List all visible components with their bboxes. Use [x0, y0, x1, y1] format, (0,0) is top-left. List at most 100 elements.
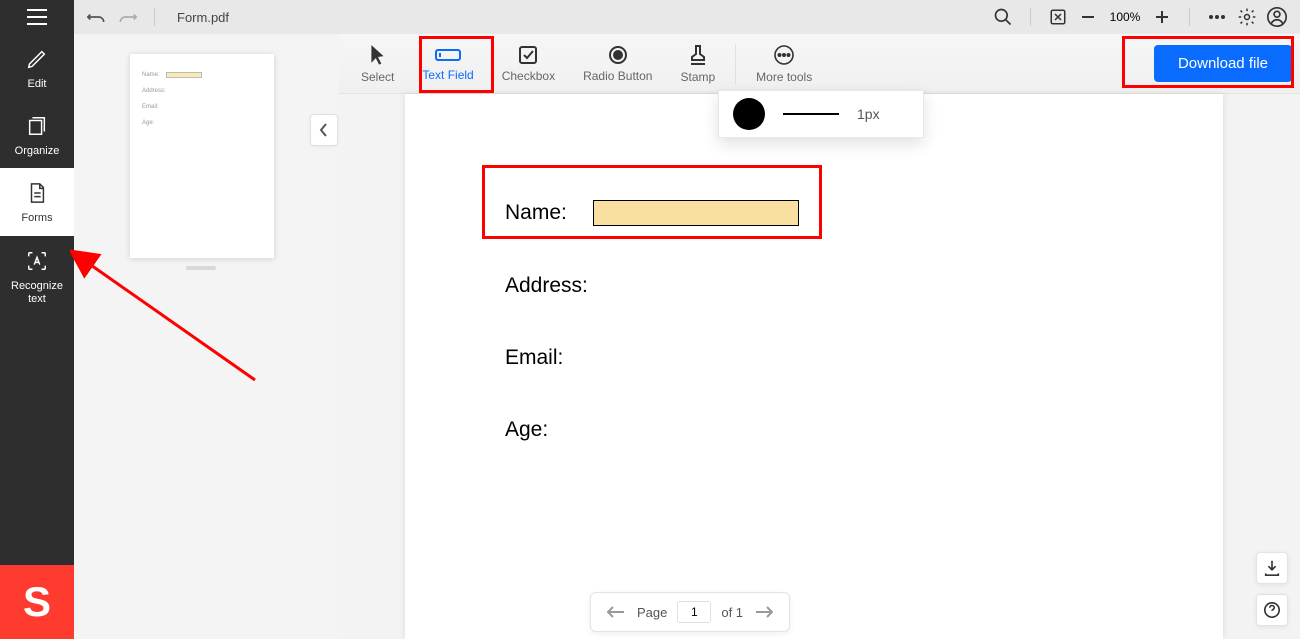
thumb-label: Name:	[142, 72, 160, 78]
top-header: Form.pdf	[74, 0, 1300, 34]
tool-label: More tools	[756, 70, 812, 84]
ocr-icon	[26, 250, 48, 272]
text-field-icon	[434, 46, 462, 64]
thumbnails-panel: Name: Address: Email: Age:	[74, 34, 339, 639]
fit-page-icon	[1049, 8, 1067, 26]
tool-label: Checkbox	[502, 69, 555, 83]
cursor-icon	[369, 44, 387, 66]
separator	[1189, 8, 1190, 26]
more-tools-icon	[773, 44, 795, 66]
tool-label: Text Field	[422, 68, 473, 82]
sidebar-item-organize[interactable]: Organize	[0, 101, 74, 168]
search-icon	[993, 7, 1013, 27]
form-row-address: Address:	[505, 274, 1123, 298]
undo-button[interactable]	[82, 2, 112, 32]
chevron-left-icon	[319, 123, 329, 137]
separator	[154, 8, 155, 26]
form-row-email: Email:	[505, 346, 1123, 370]
app-logo-text: S	[23, 578, 51, 626]
form-row-age: Age:	[505, 418, 1123, 442]
next-page-button[interactable]	[753, 606, 775, 618]
tool-stamp[interactable]: Stamp	[666, 37, 729, 91]
redo-icon	[117, 10, 137, 24]
minus-icon	[1081, 10, 1095, 24]
thumb-label: Email:	[142, 104, 159, 110]
organize-icon	[26, 115, 48, 137]
thumbnail-drag-handle[interactable]	[186, 266, 216, 270]
arrow-right-icon	[755, 606, 773, 618]
tool-label: Stamp	[680, 70, 715, 84]
page-thumbnail[interactable]: Name: Address: Email: Age:	[130, 54, 274, 258]
pencil-icon	[26, 48, 48, 70]
page-label: Page	[637, 605, 667, 620]
help-icon	[1263, 601, 1281, 619]
sidebar-item-label: Organize	[15, 145, 60, 158]
thumb-field	[166, 72, 202, 78]
checkbox-icon	[518, 45, 538, 65]
tool-label: Select	[361, 70, 394, 84]
download-label: Download file	[1178, 55, 1268, 72]
gear-icon	[1237, 7, 1257, 27]
fit-page-button[interactable]	[1043, 2, 1073, 32]
stroke-preview-line	[783, 113, 839, 115]
thumb-label: Age:	[142, 120, 154, 126]
sidebar-item-edit[interactable]: Edit	[0, 34, 74, 101]
separator	[1030, 8, 1031, 26]
left-sidebar: Edit Organize Forms Recognize text S	[0, 0, 74, 639]
tool-label: Radio Button	[583, 69, 652, 83]
download-small-button[interactable]	[1256, 552, 1288, 584]
forms-icon	[26, 182, 48, 204]
separator	[735, 44, 736, 84]
tool-more-tools[interactable]: More tools	[742, 37, 826, 91]
radio-icon	[608, 45, 628, 65]
redo-button[interactable]	[112, 2, 142, 32]
sidebar-item-label: Forms	[21, 212, 52, 225]
stroke-style-popover[interactable]: 1px	[718, 90, 924, 138]
page-number-input[interactable]	[677, 601, 711, 623]
zoom-out-button[interactable]	[1073, 2, 1103, 32]
hamburger-icon	[27, 9, 47, 25]
forms-toolstrip: Select Text Field Checkbox Radio Button …	[339, 34, 1300, 94]
stroke-color-swatch[interactable]	[733, 98, 765, 130]
stroke-width-label: 1px	[857, 106, 880, 122]
page-of-label: of 1	[721, 605, 743, 620]
thumb-label: Address:	[142, 88, 166, 94]
zoom-input[interactable]	[1103, 6, 1147, 28]
tool-checkbox[interactable]: Checkbox	[488, 37, 569, 91]
help-button[interactable]	[1256, 594, 1288, 626]
sidebar-item-label: Recognize text	[2, 280, 72, 306]
more-menu-button[interactable]	[1202, 2, 1232, 32]
app-logo: S	[0, 565, 74, 639]
form-label: Address:	[505, 274, 588, 298]
prev-page-button[interactable]	[605, 606, 627, 618]
dots-icon	[1208, 14, 1226, 20]
filename-label: Form.pdf	[177, 10, 229, 25]
form-label: Age:	[505, 418, 548, 442]
form-row-name: Name:	[505, 200, 1123, 226]
tool-select[interactable]: Select	[347, 37, 408, 91]
form-label: Name:	[505, 201, 567, 225]
hamburger-menu[interactable]	[0, 0, 74, 34]
arrow-left-icon	[607, 606, 625, 618]
sidebar-item-label: Edit	[28, 78, 47, 91]
stamp-icon	[688, 44, 708, 66]
pagination-bar: Page of 1	[590, 592, 790, 632]
undo-icon	[87, 10, 107, 24]
tool-text-field[interactable]: Text Field	[408, 37, 487, 91]
page-content: Name: Address: Email: Age:	[405, 94, 1223, 639]
zoom-in-button[interactable]	[1147, 2, 1177, 32]
plus-icon	[1155, 10, 1169, 24]
sidebar-item-forms[interactable]: Forms	[0, 168, 74, 235]
search-button[interactable]	[988, 2, 1018, 32]
collapse-thumbnails-button[interactable]	[310, 114, 338, 146]
text-field-widget[interactable]	[593, 200, 799, 226]
tool-radio-button[interactable]: Radio Button	[569, 37, 666, 91]
user-icon	[1266, 6, 1288, 28]
settings-button[interactable]	[1232, 2, 1262, 32]
account-button[interactable]	[1262, 2, 1292, 32]
download-icon	[1263, 559, 1281, 577]
form-label: Email:	[505, 346, 563, 370]
document-page[interactable]: Name: Address: Email: Age:	[405, 94, 1223, 639]
download-button[interactable]: Download file	[1154, 45, 1292, 82]
sidebar-item-recognize-text[interactable]: Recognize text	[0, 236, 74, 316]
